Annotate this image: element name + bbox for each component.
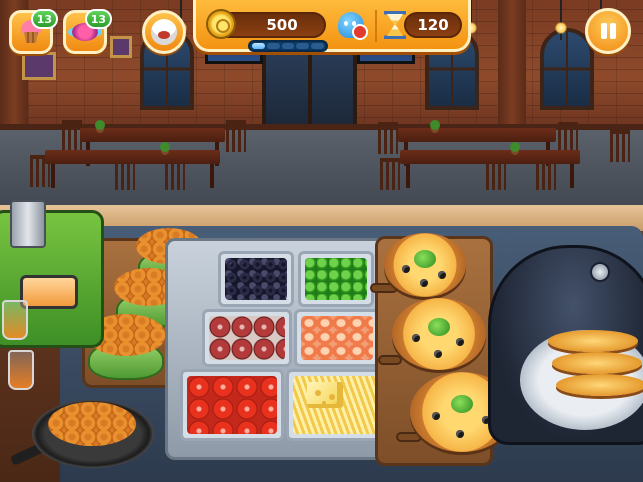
table-plant [95, 120, 105, 130]
hourglass-icon [384, 11, 406, 39]
progress-segment [281, 43, 295, 49]
olive-topping [438, 271, 446, 279]
salami-bin[interactable] [202, 309, 292, 367]
baked-pizza[interactable] [548, 330, 638, 352]
baked-pizza[interactable] [552, 352, 642, 374]
basil-topping [414, 249, 436, 268]
olive-topping [412, 334, 420, 342]
ingredient-tray [165, 238, 387, 460]
olive-topping [434, 350, 442, 358]
coin-value: 500 [266, 16, 298, 34]
wall-painting [110, 36, 132, 58]
salami-slices [209, 316, 285, 360]
olive-topping [432, 412, 440, 420]
tomato-bin[interactable] [180, 369, 284, 441]
olive-topping [402, 265, 410, 273]
cupcake-booster-count: 13 [30, 9, 58, 29]
olive-bin[interactable] [218, 251, 294, 307]
baked-pizza[interactable] [556, 374, 643, 396]
candy-booster-count: 13 [84, 9, 112, 29]
wall-painting [22, 52, 56, 80]
pizza[interactable] [392, 298, 486, 370]
basil-bin[interactable] [298, 251, 374, 307]
restaurant-scene [0, 0, 643, 482]
candy-booster-button[interactable]: 13 [63, 9, 112, 54]
cheese-block [307, 382, 343, 408]
progress-segment [296, 43, 310, 49]
fryer-cup [10, 200, 46, 248]
dining-table [80, 128, 225, 166]
cupcake-booster-button[interactable]: 13 [9, 9, 58, 54]
chair [380, 158, 400, 190]
orange-drink[interactable] [8, 350, 34, 390]
shrimp-bin[interactable] [294, 309, 380, 367]
basil-topping [428, 317, 450, 336]
ghost-icon [338, 12, 368, 40]
olive-topping [456, 430, 464, 438]
basil-leaves [305, 258, 367, 300]
dining-table [398, 128, 556, 166]
progress-segment [311, 43, 324, 49]
dining-table [45, 150, 220, 188]
hanging-lamp [555, 0, 567, 40]
timer-value: 120 [404, 12, 462, 38]
chef-hat-icon [151, 19, 177, 45]
pan-onion-rings[interactable] [48, 402, 136, 446]
table-plant [160, 142, 170, 152]
table-plant [430, 120, 440, 130]
dining-table [400, 150, 580, 188]
paddle-handle [378, 355, 402, 365]
coin-icon [206, 9, 236, 39]
chef-button[interactable] [142, 10, 186, 54]
black-olives [225, 258, 287, 300]
chair [378, 122, 398, 154]
pizza[interactable] [384, 233, 466, 297]
progress-segment [252, 43, 265, 49]
pause-button[interactable] [585, 8, 631, 54]
cheese-bin[interactable] [286, 369, 384, 441]
oven-knob [590, 262, 610, 282]
wall-column [498, 0, 526, 135]
chair [62, 120, 82, 152]
olive-topping [420, 279, 428, 287]
chair [226, 120, 246, 152]
hud-divider [375, 10, 377, 42]
level-progress-bar [248, 40, 328, 52]
table-plant [510, 142, 520, 152]
chair [610, 130, 630, 162]
progress-segment [266, 43, 280, 49]
orange-drink[interactable] [2, 300, 28, 340]
fryer-window [20, 275, 78, 309]
tomato-slices [187, 376, 277, 434]
olive-topping [456, 338, 464, 346]
arched-window [540, 28, 594, 110]
basil-topping [451, 395, 473, 413]
shrimp [301, 316, 373, 360]
